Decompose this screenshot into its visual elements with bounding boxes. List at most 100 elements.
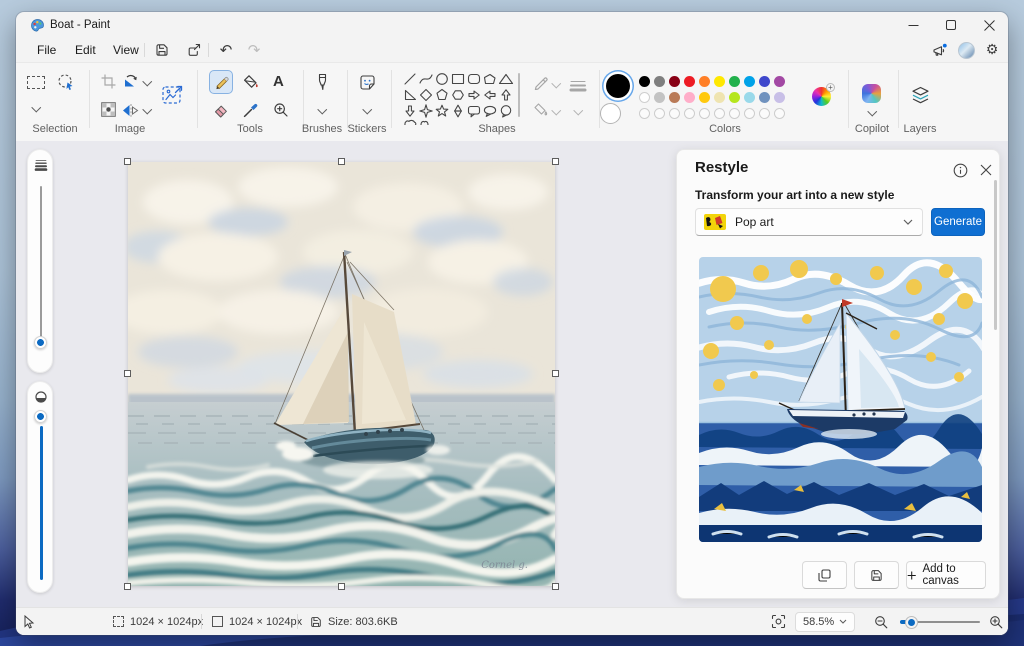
color-swatch[interactable] xyxy=(774,76,785,87)
color-swatch[interactable] xyxy=(774,108,785,119)
menu-view[interactable]: View xyxy=(104,40,148,60)
size-slider-thumb[interactable] xyxy=(34,336,47,349)
selection-dropdown-chevron[interactable] xyxy=(32,103,41,112)
resize-handle-w[interactable] xyxy=(124,370,131,377)
menu-edit[interactable]: Edit xyxy=(66,40,105,60)
share-icon[interactable] xyxy=(184,41,204,59)
zoom-slider-thumb[interactable] xyxy=(906,617,917,628)
free-form-select-icon[interactable] xyxy=(57,73,75,91)
color-swatch[interactable] xyxy=(744,108,755,119)
style-dropdown[interactable]: Pop art xyxy=(695,208,923,236)
shape-outline-chevron[interactable] xyxy=(552,79,561,88)
layers-icon[interactable] xyxy=(910,85,931,106)
color-swatch[interactable] xyxy=(669,92,680,103)
flip-dropdown-chevron[interactable] xyxy=(143,105,152,114)
color-swatch[interactable] xyxy=(759,76,770,87)
copilot-dropdown-chevron[interactable] xyxy=(868,107,877,116)
color-swatch[interactable] xyxy=(759,108,770,119)
resize-handle-se[interactable] xyxy=(552,583,559,590)
color-picker-tool-icon[interactable] xyxy=(243,102,259,118)
stickers-dropdown-chevron[interactable] xyxy=(363,105,372,114)
shape-fill-chevron[interactable] xyxy=(552,106,561,115)
color-swatch[interactable] xyxy=(654,76,665,87)
color-swatch[interactable] xyxy=(669,108,680,119)
rectangle-select-icon[interactable] xyxy=(27,76,45,89)
foreground-color-swatch[interactable] xyxy=(606,74,630,98)
flip-icon[interactable] xyxy=(122,102,139,119)
color-swatch[interactable] xyxy=(774,92,785,103)
redo-icon[interactable]: ↷ xyxy=(244,41,264,59)
color-swatch[interactable] xyxy=(684,92,695,103)
color-swatch[interactable] xyxy=(669,76,680,87)
color-swatch[interactable] xyxy=(684,108,695,119)
save-icon[interactable] xyxy=(152,41,172,59)
magnifier-tool-icon[interactable] xyxy=(273,102,289,118)
fit-to-screen-button[interactable] xyxy=(771,608,786,635)
color-swatch[interactable] xyxy=(699,108,710,119)
color-swatch[interactable] xyxy=(639,108,650,119)
crop-icon[interactable] xyxy=(101,74,116,89)
background-color-swatch[interactable] xyxy=(600,103,621,124)
line-weight-chevron[interactable] xyxy=(574,106,583,115)
color-swatch[interactable] xyxy=(639,76,650,87)
color-swatch[interactable] xyxy=(714,92,725,103)
line-weight-icon[interactable] xyxy=(569,79,587,93)
color-swatch[interactable] xyxy=(699,76,710,87)
color-swatch[interactable] xyxy=(714,76,725,87)
resize-handle-ne[interactable] xyxy=(552,158,559,165)
color-swatch[interactable] xyxy=(654,108,665,119)
brushes-dropdown-chevron[interactable] xyxy=(318,105,327,114)
resize-handle-s[interactable] xyxy=(338,583,345,590)
opacity-slider-thumb[interactable] xyxy=(34,410,47,423)
info-icon[interactable] xyxy=(950,160,970,180)
color-swatch[interactable] xyxy=(744,92,755,103)
maximize-button[interactable] xyxy=(932,12,970,38)
shape-outline-icon[interactable] xyxy=(533,75,548,90)
copy-result-button[interactable] xyxy=(802,561,847,589)
brush-size-slider[interactable] xyxy=(27,149,53,373)
settings-gear-icon[interactable]: ⚙ xyxy=(982,41,1002,59)
stickers-icon[interactable] xyxy=(359,74,376,91)
resize-handle-n[interactable] xyxy=(338,158,345,165)
close-panel-icon[interactable] xyxy=(976,160,996,180)
fill-tool-icon[interactable] xyxy=(243,74,259,90)
shapes-scrollbar[interactable] xyxy=(518,73,520,117)
brushes-icon[interactable] xyxy=(314,73,331,92)
minimize-button[interactable] xyxy=(894,12,932,38)
save-result-button[interactable] xyxy=(854,561,899,589)
pencil-tool-icon[interactable] xyxy=(213,74,229,90)
announcements-icon[interactable] xyxy=(930,41,950,59)
add-to-canvas-button[interactable]: Add to canvas xyxy=(906,561,986,589)
eraser-tool-icon[interactable] xyxy=(213,102,229,118)
menu-file[interactable]: File xyxy=(28,40,65,60)
close-button[interactable] xyxy=(970,12,1008,38)
copilot-icon[interactable] xyxy=(862,84,881,103)
color-swatch[interactable] xyxy=(699,92,710,103)
zoom-out-button[interactable] xyxy=(874,608,888,635)
shapes-grid[interactable] xyxy=(402,71,514,125)
opacity-slider-track[interactable] xyxy=(40,426,43,580)
zoom-in-button[interactable] xyxy=(989,608,1003,635)
size-slider-track[interactable] xyxy=(40,186,43,344)
color-swatch[interactable] xyxy=(729,108,740,119)
color-swatch[interactable] xyxy=(654,92,665,103)
resize-handle-nw[interactable] xyxy=(124,158,131,165)
undo-icon[interactable]: ↶ xyxy=(216,41,236,59)
color-swatch[interactable] xyxy=(729,76,740,87)
color-swatch[interactable] xyxy=(759,92,770,103)
color-swatch[interactable] xyxy=(744,76,755,87)
account-avatar[interactable] xyxy=(956,41,976,59)
rotate-icon[interactable] xyxy=(122,73,139,90)
color-swatch[interactable] xyxy=(729,92,740,103)
text-tool-icon[interactable]: A xyxy=(273,73,284,90)
generate-button[interactable]: Generate xyxy=(931,208,985,236)
color-swatch[interactable] xyxy=(639,92,650,103)
resize-handle-sw[interactable] xyxy=(124,583,131,590)
resize-image-icon[interactable] xyxy=(162,84,184,106)
resize-handle-e[interactable] xyxy=(552,370,559,377)
color-swatch[interactable] xyxy=(684,76,695,87)
shape-fill-icon[interactable] xyxy=(533,102,548,117)
color-swatch[interactable] xyxy=(714,108,725,119)
panel-scrollbar[interactable] xyxy=(994,180,997,330)
zoom-level-dropdown[interactable]: 58.5% xyxy=(795,612,855,632)
